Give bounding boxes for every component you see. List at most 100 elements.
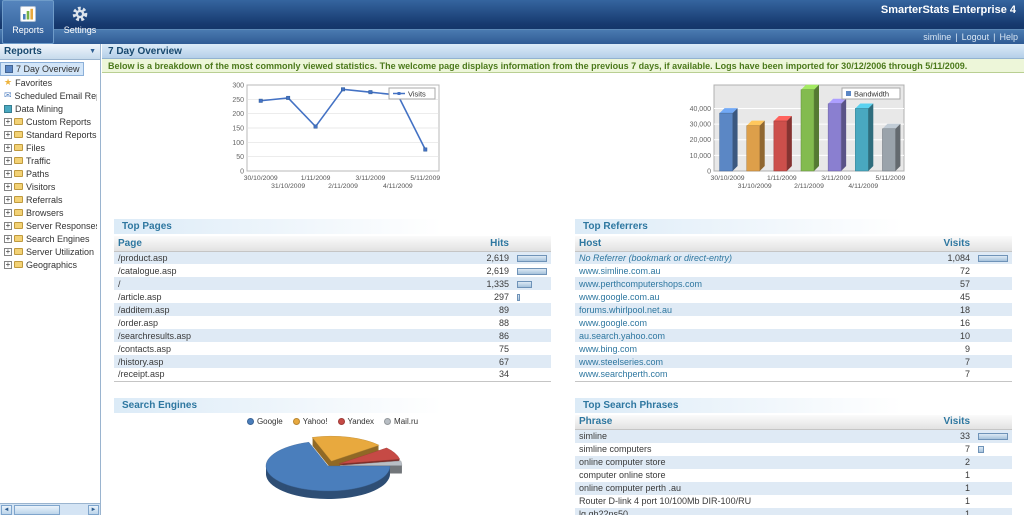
row-value: 2 [922, 456, 974, 469]
expand-plus-icon[interactable]: + [4, 196, 12, 204]
row-label: /catalogue.asp [114, 264, 461, 277]
row-bar-cell [974, 443, 1012, 456]
toolbar-button-reports[interactable]: Reports [2, 0, 54, 44]
sidebar-item-7-day-overview[interactable]: 7 Day Overview [0, 62, 84, 76]
referrer-link[interactable]: www.perthcomputershops.com [579, 279, 702, 289]
top-search-phrases-table: PhraseVisitssimline33simline computers7o… [575, 415, 1012, 515]
sidebar-item-server-utilization[interactable]: +Server Utilization [0, 245, 97, 258]
column-header-visits[interactable]: Visits [922, 236, 974, 251]
referrer-link[interactable]: www.steelseries.com [579, 357, 663, 367]
sidebar-panel-header[interactable]: Reports ▼ [0, 44, 100, 60]
column-header-phrase[interactable]: Phrase [575, 415, 922, 430]
sidebar-item-traffic[interactable]: +Traffic [0, 154, 54, 167]
sidebar-item-data-mining[interactable]: Data Mining [0, 102, 66, 115]
legend-label: Yahoo! [303, 417, 328, 426]
row-bar-cell [513, 251, 551, 264]
page-title: 7 Day Overview [102, 44, 1024, 59]
expand-plus-icon[interactable]: + [4, 183, 12, 191]
referrer-link[interactable]: au.search.yahoo.com [579, 331, 665, 341]
column-header-hits[interactable]: Hits [461, 236, 513, 251]
expand-plus-icon[interactable]: + [4, 157, 12, 165]
row-bar-cell [513, 368, 551, 381]
logout-link[interactable]: Logout [962, 32, 990, 42]
sidebar-item-visitors[interactable]: +Visitors [0, 180, 58, 193]
legend-color-dot [338, 418, 345, 425]
sidebar-horizontal-scrollbar[interactable]: ◄ ► [0, 503, 100, 515]
expand-plus-icon[interactable]: + [4, 235, 12, 243]
scroll-left-arrow-icon[interactable]: ◄ [1, 505, 12, 515]
row-value: 34 [461, 368, 513, 381]
referrer-link[interactable]: www.bing.com [579, 344, 637, 354]
row-bar-cell [513, 277, 551, 290]
section-title-top-search-phrases: Top Search Phrases [575, 398, 1012, 413]
sidebar-item-favorites[interactable]: ★Favorites [0, 76, 55, 89]
sidebar-item-geographics[interactable]: +Geographics [0, 258, 80, 271]
table-row: /1,335 [114, 277, 551, 290]
sidebar-item-paths[interactable]: + Paths [0, 167, 52, 180]
referrer-link[interactable]: www.google.com.au [579, 292, 660, 302]
svg-text:4/11/2009: 4/11/2009 [848, 183, 878, 190]
sidebar-panel-title: Reports [4, 46, 42, 57]
referrer-link[interactable]: www.searchperth.com [579, 369, 668, 379]
referrer-link[interactable]: www.google.com [579, 318, 647, 328]
referrer-link[interactable]: forums.whirlpool.net.au [579, 305, 672, 315]
row-value: 75 [461, 342, 513, 355]
legend-color-dot [247, 418, 254, 425]
toolbar-button-settings[interactable]: Settings [54, 0, 106, 44]
svg-text:3/11/2009: 3/11/2009 [821, 175, 851, 182]
sidebar-item-browsers[interactable]: +Browsers [0, 206, 67, 219]
svg-text:Visits: Visits [408, 90, 426, 99]
left-column: 05010015020025030030/10/200931/10/20091/… [102, 73, 563, 515]
referrer-link[interactable]: www.simline.com.au [579, 266, 661, 276]
sidebar-item-custom-reports[interactable]: +Custom Reports [0, 115, 94, 128]
scroll-right-arrow-icon[interactable]: ► [88, 505, 99, 515]
svg-text:31/10/2009: 31/10/2009 [271, 183, 305, 190]
sidebar-item-files[interactable]: +Files [0, 141, 48, 154]
user-strip [0, 29, 1024, 44]
sidebar-item-referrals[interactable]: +Referrals [0, 193, 66, 206]
sidebar-item-search-engines[interactable]: +Search Engines [0, 232, 93, 245]
expand-plus-icon[interactable]: + [4, 131, 12, 139]
section-title-top-referrers: Top Referrers [575, 219, 1012, 234]
legend-color-dot [384, 418, 391, 425]
help-link[interactable]: Help [999, 32, 1018, 42]
bandwidth-chart-box: 10,00020,00030,00040,000030/10/200931/10… [575, 73, 1012, 213]
value-bar [978, 446, 984, 453]
row-label: www.bing.com [575, 342, 922, 355]
table-row: /article.asp297 [114, 290, 551, 303]
expand-plus-icon[interactable]: + [4, 209, 12, 217]
table-row: www.bing.com9 [575, 342, 1012, 355]
svg-text:20,000: 20,000 [689, 137, 711, 144]
column-header-host[interactable]: Host [575, 236, 922, 251]
svg-text:2/11/2009: 2/11/2009 [328, 183, 358, 190]
sidebar-item-scheduled-email-reports[interactable]: ✉Scheduled Email Reports [0, 89, 100, 102]
column-header-page[interactable]: Page [114, 236, 461, 251]
user-name-link[interactable]: simline [923, 32, 951, 42]
row-bar-cell [513, 303, 551, 316]
sidebar: Reports ▼ 7 Day Overview★Favorites✉Sched… [0, 44, 101, 515]
row-label: www.google.com.au [575, 290, 922, 303]
sidebar-item-label: Scheduled Email Reports [15, 91, 97, 101]
column-header-visits[interactable]: Visits [922, 415, 974, 430]
sidebar-item-label: Paths [26, 169, 49, 179]
row-value: 2,619 [461, 251, 513, 264]
table-row: /searchresults.asp86 [114, 329, 551, 342]
row-bar-cell [513, 264, 551, 277]
table-row: /additem.asp89 [114, 303, 551, 316]
sidebar-item-server-responses[interactable]: +Server Responses [0, 219, 100, 232]
scrollbar-thumb[interactable] [14, 505, 60, 515]
table-row: www.steelseries.com7 [575, 355, 1012, 368]
content-area: 05010015020025030030/10/200931/10/20091/… [102, 73, 1024, 515]
svg-text:30/10/2009: 30/10/2009 [243, 175, 277, 182]
expand-plus-icon[interactable]: + [4, 261, 12, 269]
row-bar-cell [974, 290, 1012, 303]
expand-plus-icon[interactable]: + [4, 170, 12, 178]
expand-plus-icon[interactable]: + [4, 144, 12, 152]
row-bar-cell [974, 368, 1012, 381]
expand-plus-icon[interactable]: + [4, 118, 12, 126]
collapse-arrow-icon[interactable]: ▼ [89, 48, 96, 55]
sidebar-item-standard-reports[interactable]: +Standard Reports [0, 128, 100, 141]
notice-bar: Below is a breakdown of the most commonl… [102, 59, 1024, 73]
expand-plus-icon[interactable]: + [4, 222, 12, 230]
expand-plus-icon[interactable]: + [4, 248, 12, 256]
